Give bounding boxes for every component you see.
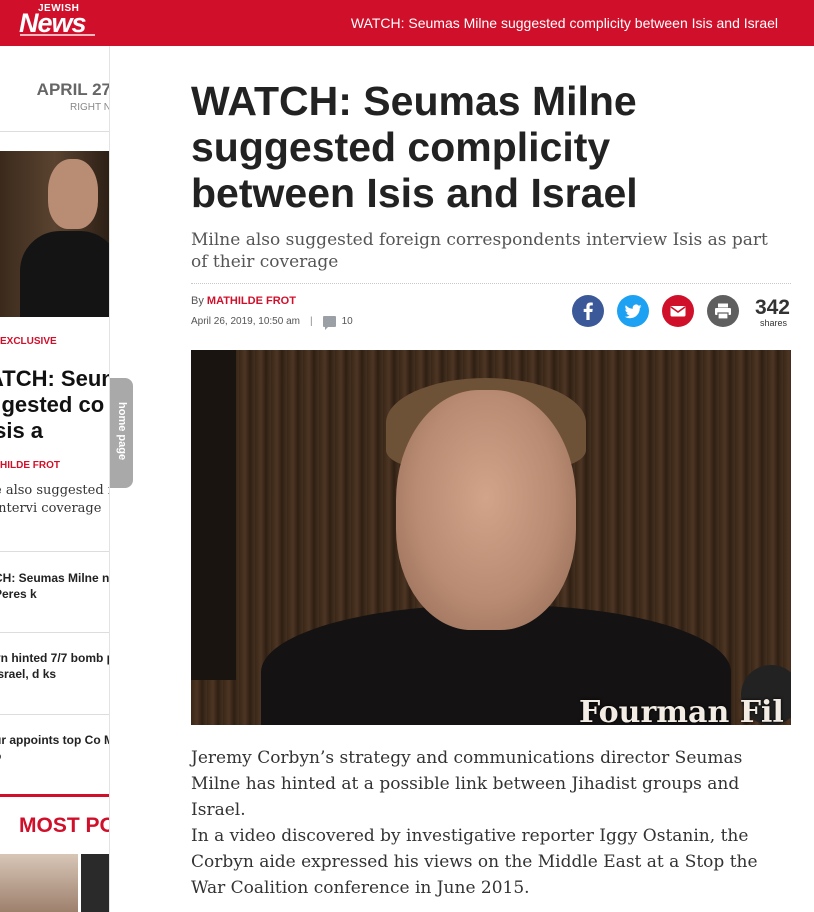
share-count: 342 [754, 296, 790, 319]
sidebar-date: APRIL 27 [36, 80, 110, 99]
topbar-article-title: WATCH: Seumas Milne suggested complicity… [350, 15, 778, 31]
most-popular-thumbnail[interactable] [0, 854, 78, 912]
print-button[interactable] [707, 295, 739, 327]
divider [0, 131, 109, 132]
home-page-tab[interactable]: home page [110, 378, 133, 488]
sidebar-headline[interactable]: ATCH: Seun ggested co ween Isis a [0, 366, 109, 444]
meta-separator: | [309, 316, 313, 327]
most-popular-heading: MOST PO [19, 814, 110, 837]
video-watermark: Fourman Fil [579, 695, 784, 725]
image-figure-body [20, 231, 109, 317]
byline-prefix: By [191, 295, 204, 307]
video-background-screen [191, 350, 236, 680]
home-page-tab-label: home page [116, 402, 128, 461]
facebook-share-button[interactable] [572, 295, 604, 327]
print-icon [715, 303, 731, 320]
article-paragraph: Jeremy Corbyn’s strategy and communicati… [191, 748, 743, 820]
publish-date: April 26, 2019, 10:50 am [191, 316, 300, 327]
image-figure-face [48, 159, 98, 229]
email-share-button[interactable] [662, 295, 694, 327]
divider [191, 283, 791, 284]
article-meta: April 26, 2019, 10:50 am | 10 [191, 316, 353, 330]
share-count-label: shares [759, 318, 787, 328]
comment-icon[interactable] [322, 316, 336, 330]
sidebar-list-item[interactable]: yn hinted 7/7 bomb pport for Israel, d k… [0, 650, 109, 682]
sidebar-list-item[interactable]: ur appoints top Co Murray as head o [0, 732, 109, 764]
sidebar-right-now: RIGHT N [70, 102, 110, 113]
byline: By MATHILDE FROT [191, 295, 296, 307]
sidebar-author[interactable]: HILDE FROT [0, 460, 60, 471]
comment-count[interactable]: 10 [342, 316, 353, 327]
article-title: WATCH: Seumas Milne suggested complicity… [191, 78, 638, 216]
divider [0, 632, 109, 633]
sidebar-panel: APRIL 27 RIGHT N EXCLUSIVE ATCH: Seun gg… [0, 46, 110, 912]
logo-tagline-bar [20, 34, 95, 36]
top-bar: JEWISH News WATCH: Seumas Milne suggeste… [0, 0, 814, 46]
most-popular-thumbnail[interactable] [81, 854, 109, 912]
sidebar-article-image[interactable] [0, 151, 109, 317]
jewish-news-logo[interactable]: JEWISH News [19, 2, 97, 40]
author-link[interactable]: MATHILDE FROT [207, 295, 296, 307]
video-figure-face [396, 390, 576, 630]
twitter-icon [624, 304, 642, 319]
email-icon [670, 306, 686, 317]
article-paragraph: In a video discovered by investigative r… [191, 826, 758, 898]
article-subtitle: Milne also suggested foreign corresponde… [191, 230, 768, 272]
twitter-share-button[interactable] [617, 295, 649, 327]
exclusive-label: EXCLUSIVE [0, 336, 57, 347]
divider [0, 714, 109, 715]
sidebar-list-item[interactable]: CH: Seumas Milne nt Shimon Peres k [0, 570, 109, 602]
most-popular-rule [0, 794, 109, 797]
divider [0, 551, 109, 552]
facebook-icon [583, 302, 593, 320]
article-video[interactable]: Fourman Fil [191, 350, 791, 725]
sidebar-excerpt: e also suggested fo spondents intervi co… [0, 483, 109, 516]
